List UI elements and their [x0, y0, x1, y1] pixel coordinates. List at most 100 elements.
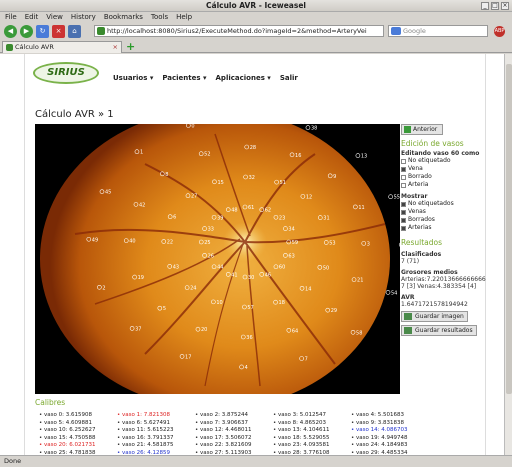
close-button[interactable]: ×	[501, 2, 509, 10]
vessel-label[interactable]: 61	[248, 205, 254, 211]
radio-no-etiquetado[interactable]: No etiquetado	[401, 157, 487, 165]
nav-salir[interactable]: Salir	[280, 74, 298, 82]
vessel-label[interactable]: 58	[356, 330, 362, 336]
vessel-label[interactable]: 19	[138, 275, 144, 281]
address-bar[interactable]: http://localhost:8080/Sirius2/ExecuteMet…	[94, 25, 384, 37]
radio-borrado[interactable]: Borrado	[401, 173, 487, 181]
vessel-label[interactable]: 26	[208, 253, 214, 259]
radio-vena[interactable]: Vena	[401, 165, 487, 173]
tab-calculo-avr[interactable]: Cálculo AVR ×	[2, 41, 122, 53]
nav-pacientes[interactable]: Pacientes ▾	[162, 74, 206, 82]
vessel-label[interactable]: 16	[295, 153, 301, 159]
vessel-label[interactable]: 63	[288, 253, 294, 259]
maximize-button[interactable]: □	[491, 2, 499, 10]
home-icon[interactable]: ⌂	[68, 25, 81, 38]
vessel-label[interactable]: 52	[204, 152, 210, 158]
menu-file[interactable]: File	[5, 12, 17, 23]
vessel-label[interactable]: 14	[305, 286, 311, 292]
minimize-button[interactable]: _	[481, 2, 489, 10]
vessel-label[interactable]: 9	[333, 174, 336, 180]
vessel-label[interactable]: 57	[247, 305, 253, 311]
vessel-label[interactable]: 62	[265, 208, 271, 214]
vessel-label[interactable]: 22	[167, 240, 173, 246]
vessel-label[interactable]: 11	[358, 205, 364, 211]
vessel-label[interactable]: 21	[357, 278, 363, 284]
menu-view[interactable]: View	[46, 12, 63, 23]
vessel-label[interactable]: 49	[92, 237, 98, 243]
stop-icon[interactable]: ×	[52, 25, 65, 38]
vessel-label[interactable]: 53	[329, 240, 335, 246]
menu-edit[interactable]: Edit	[25, 12, 39, 23]
checkbox-borrados[interactable]: Borrados	[401, 216, 487, 224]
vessel-label[interactable]: 20	[201, 327, 207, 333]
back-arrow-icon[interactable]: ◀	[4, 25, 17, 38]
vessel-label[interactable]: 32	[249, 175, 255, 181]
vessel-label[interactable]: 38	[311, 126, 317, 132]
vessel-label[interactable]: 31	[323, 216, 329, 222]
vessel-label[interactable]: 1	[140, 150, 143, 156]
vertical-scrollbar[interactable]	[504, 54, 512, 455]
vessel-label[interactable]: 48	[231, 208, 237, 214]
vessel-label[interactable]: 29	[331, 308, 337, 314]
vessel-label[interactable]: 64	[292, 328, 298, 334]
save-results-button[interactable]: Guardar resultados	[401, 325, 477, 336]
vessel-label[interactable]: 4	[245, 365, 248, 371]
vessel-label[interactable]: 25	[204, 240, 210, 246]
vessel-label[interactable]: 27	[191, 194, 197, 200]
vessel-label[interactable]: 2	[102, 285, 105, 291]
vessel-marker[interactable]	[305, 125, 311, 130]
forward-arrow-icon[interactable]: ▶	[20, 25, 33, 38]
anterior-button[interactable]: Anterior	[401, 124, 443, 135]
tab-close-icon[interactable]: ×	[113, 42, 118, 53]
vessel-label[interactable]: 50	[323, 265, 329, 271]
vessel-label[interactable]: 30	[248, 275, 254, 281]
scrollbar-thumb[interactable]	[506, 64, 512, 394]
checkbox-venas[interactable]: Venas	[401, 208, 487, 216]
vessel-label[interactable]: 43	[173, 264, 179, 270]
new-tab-plus-icon[interactable]: +	[126, 41, 135, 52]
vessel-label[interactable]: 55	[394, 195, 400, 201]
vessel-label[interactable]: 8	[165, 172, 168, 178]
vessel-label[interactable]: 54	[391, 290, 397, 296]
vessel-label[interactable]: 13	[361, 154, 367, 160]
nav-usuarios[interactable]: Usuarios ▾	[113, 74, 153, 82]
menu-bookmarks[interactable]: Bookmarks	[104, 12, 143, 23]
vessel-label[interactable]: 60	[279, 265, 285, 271]
vessel-label[interactable]: 33	[208, 227, 214, 233]
vessel-label[interactable]: 12	[306, 194, 312, 200]
vessel-label[interactable]: 3	[367, 241, 370, 247]
vessel-label[interactable]: 45	[105, 190, 111, 196]
vessel-label[interactable]: 23	[279, 215, 285, 221]
vessel-marker[interactable]	[355, 153, 361, 158]
vessel-label[interactable]: 24	[190, 286, 196, 292]
vessel-label[interactable]: 5	[163, 306, 166, 312]
vessel-label[interactable]: 40	[129, 239, 135, 245]
radio-arteria[interactable]: Arteria	[401, 181, 487, 189]
vessel-label[interactable]: 18	[279, 300, 285, 306]
menu-history[interactable]: History	[71, 12, 96, 23]
checkbox-arterias[interactable]: Arterias	[401, 224, 487, 232]
vessel-label[interactable]: 42	[139, 202, 145, 208]
vessel-label[interactable]: 17	[185, 354, 191, 360]
vessel-label[interactable]: 6	[173, 215, 176, 221]
vessel-label[interactable]: 46	[265, 272, 271, 278]
retina-image[interactable]: 59 63 60 46 30 41 44 26 25 33 39 48 61 62 23 34 50 14 18 57…	[35, 124, 400, 394]
vessel-label[interactable]: 36	[246, 335, 252, 341]
vessel-label[interactable]: 34	[288, 227, 294, 233]
reload-icon[interactable]: ↻	[36, 25, 49, 38]
vessel-label[interactable]: 39	[217, 215, 223, 221]
vessel-label[interactable]: 41	[231, 272, 237, 278]
vessel-label[interactable]: 15	[217, 180, 223, 186]
vessel-label[interactable]: 59	[292, 240, 298, 246]
vessel-label[interactable]: 7	[305, 357, 308, 363]
vessel-marker[interactable]	[388, 194, 393, 200]
vessel-label[interactable]: 28	[250, 145, 256, 151]
checkbox-no-etiquetados[interactable]: No etiquetados	[401, 200, 487, 208]
nav-aplicaciones[interactable]: Aplicaciones ▾	[216, 74, 271, 82]
vessel-label[interactable]: 0	[191, 124, 194, 129]
sirius-logo[interactable]: SIRIUS	[33, 62, 99, 84]
adblock-icon[interactable]: ABP	[494, 26, 505, 37]
vessel-label[interactable]: 44	[217, 265, 223, 271]
menu-tools[interactable]: Tools	[151, 12, 168, 23]
search-input[interactable]: Google	[388, 25, 488, 37]
